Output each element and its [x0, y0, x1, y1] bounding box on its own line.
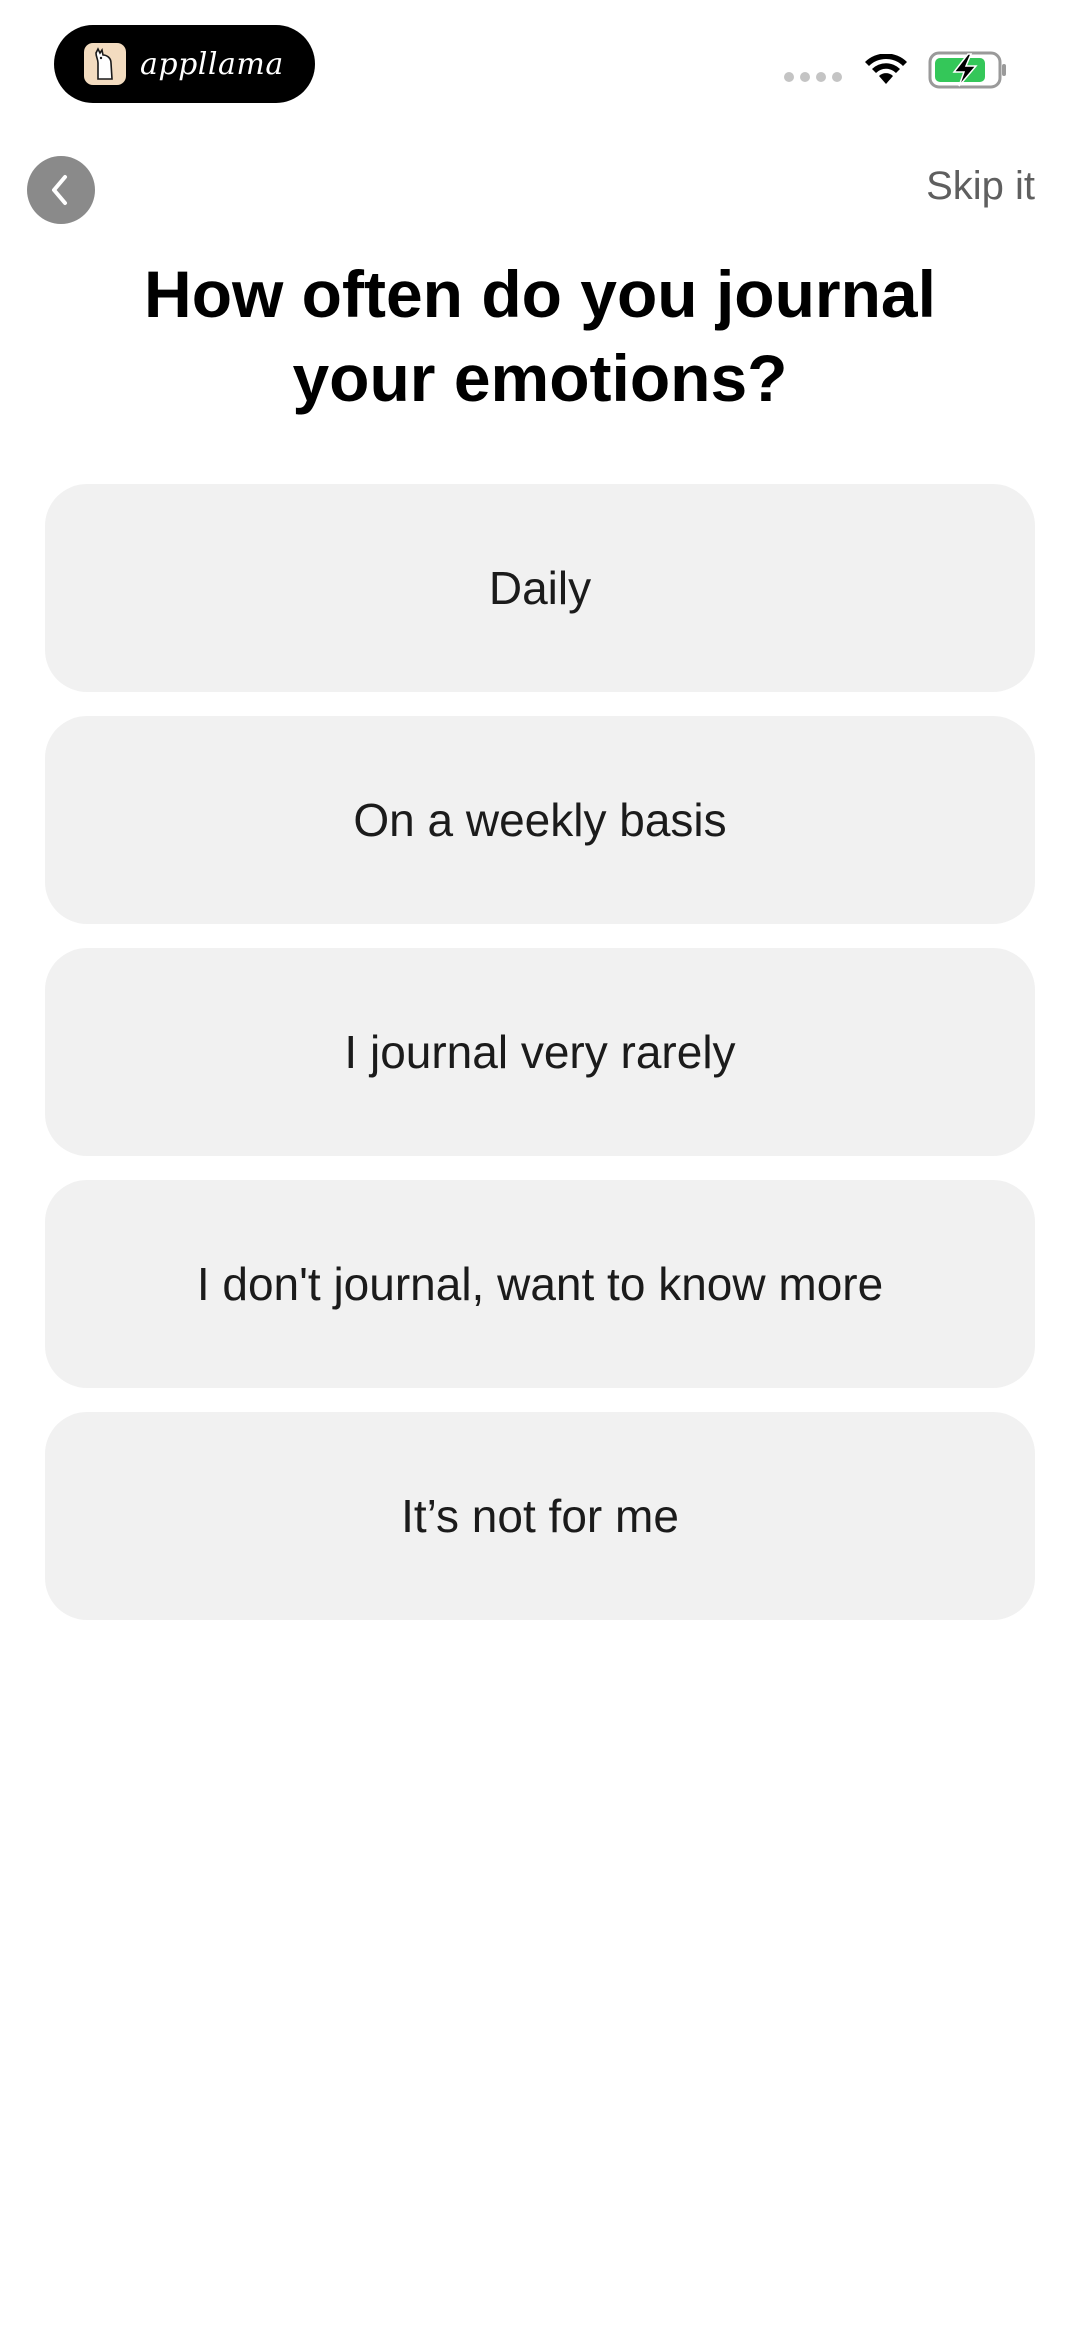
option-weekly[interactable]: On a weekly basis: [45, 716, 1035, 924]
option-not-for-me[interactable]: It’s not for me: [45, 1412, 1035, 1620]
question-line-1: How often do you journal: [144, 257, 936, 331]
answer-options: Daily On a weekly basis I journal very r…: [45, 484, 1035, 1620]
screen: appllama Skip it How often do you journa…: [0, 0, 1080, 2337]
battery-charging-icon: [928, 51, 1006, 89]
back-button[interactable]: [27, 156, 95, 224]
option-want-to-know-more[interactable]: I don't journal, want to know more: [45, 1180, 1035, 1388]
status-indicators: [784, 50, 1008, 90]
signal-icon: [784, 72, 842, 82]
option-daily[interactable]: Daily: [45, 484, 1035, 692]
brand-name: appllama: [140, 46, 284, 82]
llama-logo-icon: [84, 43, 126, 85]
question-line-2: your emotions?: [292, 341, 788, 415]
wifi-icon: [865, 54, 907, 84]
app-badge: appllama: [54, 25, 315, 103]
question-title: How often do you journal your emotions?: [90, 252, 990, 420]
option-rarely[interactable]: I journal very rarely: [45, 948, 1035, 1156]
chevron-left-icon: [52, 175, 67, 205]
skip-button[interactable]: Skip it: [926, 164, 1035, 209]
